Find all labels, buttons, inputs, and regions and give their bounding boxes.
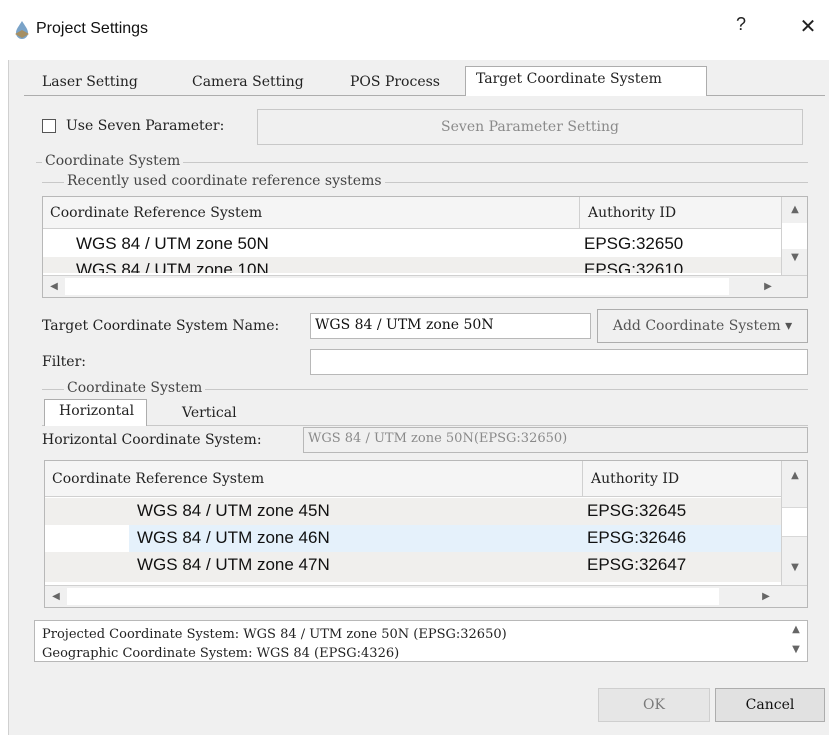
column-header-crs[interactable]: Coordinate Reference System bbox=[50, 205, 262, 221]
scroll-right-arrow-icon[interactable]: ▶ bbox=[755, 586, 777, 607]
horizontal-cs-input[interactable]: WGS 84 / UTM zone 50N(EPSG:32650) bbox=[303, 427, 808, 453]
scrollbar-thumb[interactable] bbox=[67, 588, 719, 605]
column-header-crs[interactable]: Coordinate Reference System bbox=[52, 471, 264, 487]
scroll-down-arrow-icon[interactable]: ▼ bbox=[785, 641, 807, 659]
seven-parameter-setting-button[interactable]: Seven Parameter Setting bbox=[257, 109, 803, 145]
horizontal-scrollbar[interactable]: ◀ ▶ bbox=[45, 585, 807, 607]
tab-pos-process[interactable]: POS Process bbox=[340, 70, 450, 96]
scroll-up-arrow-icon[interactable]: ▲ bbox=[784, 465, 806, 487]
scroll-right-arrow-icon[interactable]: ▶ bbox=[757, 276, 779, 297]
recent-crs-table[interactable]: Coordinate Reference System Authority ID… bbox=[42, 196, 808, 298]
scroll-down-arrow-icon[interactable]: ▼ bbox=[784, 247, 806, 269]
crs-cell: WGS 84 / UTM zone 50N bbox=[76, 234, 269, 253]
vertical-scrollbar[interactable]: ▲ ▼ bbox=[781, 197, 807, 275]
ok-button[interactable]: OK bbox=[598, 688, 710, 722]
vertical-scrollbar[interactable]: ▲ ▼ bbox=[781, 461, 807, 585]
scrollbar-thumb[interactable] bbox=[782, 507, 807, 537]
close-button[interactable]: ✕ bbox=[793, 14, 823, 39]
scrollbar-thumb[interactable] bbox=[65, 278, 729, 295]
recent-group-title: Recently used coordinate reference syste… bbox=[64, 173, 385, 189]
cs-group-title: Coordinate System bbox=[42, 153, 184, 169]
authority-id-cell: EPSG:32645 bbox=[587, 501, 687, 520]
column-separator bbox=[582, 461, 583, 497]
app-icon bbox=[12, 20, 32, 40]
crs-table-header: Coordinate Reference System Authority ID bbox=[45, 461, 781, 497]
tab-vertical[interactable]: Vertical bbox=[172, 403, 247, 425]
table-row[interactable]: WGS 84 / UTM zone 45N EPSG:32645 bbox=[45, 498, 781, 525]
tab-laser-setting[interactable]: Laser Setting bbox=[32, 70, 148, 96]
column-separator bbox=[579, 197, 580, 229]
authority-id-cell: EPSG:32610 bbox=[584, 260, 684, 273]
table-row-selected[interactable]: WGS 84 / UTM zone 46N EPSG:32646 bbox=[45, 525, 781, 552]
scroll-left-arrow-icon[interactable]: ◀ bbox=[45, 586, 67, 607]
crs-cell: WGS 84 / UTM zone 45N bbox=[137, 501, 330, 520]
target-cs-name-label: Target Coordinate System Name: bbox=[42, 318, 280, 334]
use-seven-parameter-checkbox[interactable] bbox=[42, 119, 56, 133]
scroll-down-arrow-icon[interactable]: ▼ bbox=[784, 557, 806, 579]
crs-cell: WGS 84 / UTM zone 47N bbox=[137, 555, 330, 574]
table-row[interactable]: WGS 84 / UTM zone 50N EPSG:32650 bbox=[43, 231, 781, 257]
scrollbar-track bbox=[782, 223, 807, 249]
tab-horizontal[interactable]: Horizontal bbox=[44, 399, 148, 426]
tab-camera-setting[interactable]: Camera Setting bbox=[182, 70, 314, 96]
title-bar: Project Settings ? ✕ bbox=[0, 0, 829, 60]
scroll-up-arrow-icon[interactable]: ▲ bbox=[784, 199, 806, 221]
horizontal-scrollbar[interactable]: ◀ ▶ bbox=[43, 275, 807, 297]
inner-cs-group-title: Coordinate System bbox=[64, 380, 206, 396]
window-title: Project Settings bbox=[36, 20, 149, 37]
help-button[interactable]: ? bbox=[726, 14, 756, 35]
info-textbox[interactable]: Projected Coordinate System: WGS 84 / UT… bbox=[34, 620, 808, 662]
horizontal-cs-label: Horizontal Coordinate System: bbox=[42, 432, 262, 448]
column-header-authority-id[interactable]: Authority ID bbox=[588, 205, 676, 221]
filter-label: Filter: bbox=[42, 354, 86, 370]
authority-id-cell: EPSG:32646 bbox=[587, 528, 687, 547]
scroll-up-arrow-icon[interactable]: ▲ bbox=[785, 621, 807, 639]
recent-table-header: Coordinate Reference System Authority ID bbox=[43, 197, 781, 229]
filter-input[interactable] bbox=[310, 349, 808, 375]
column-header-authority-id[interactable]: Authority ID bbox=[591, 471, 679, 487]
crs-cell: WGS 84 / UTM zone 10N bbox=[76, 260, 269, 273]
scroll-left-arrow-icon[interactable]: ◀ bbox=[43, 276, 65, 297]
use-seven-parameter-label: Use Seven Parameter: bbox=[66, 118, 225, 134]
table-row[interactable]: WGS 84 / UTM zone 47N EPSG:32647 bbox=[45, 552, 781, 582]
authority-id-cell: EPSG:32647 bbox=[587, 555, 687, 574]
cancel-button[interactable]: Cancel bbox=[715, 688, 825, 722]
authority-id-cell: EPSG:32650 bbox=[584, 234, 684, 253]
crs-cell: WGS 84 / UTM zone 46N bbox=[137, 528, 330, 547]
projected-cs-text: Projected Coordinate System: WGS 84 / UT… bbox=[42, 627, 507, 642]
tab-target-coordinate-system[interactable]: Target Coordinate System bbox=[465, 66, 707, 96]
target-cs-name-input[interactable]: WGS 84 / UTM zone 50N bbox=[310, 313, 591, 339]
table-row[interactable]: WGS 84 / UTM zone 10N EPSG:32610 bbox=[43, 257, 781, 273]
add-coordinate-system-button[interactable]: Add Coordinate System ▾ bbox=[597, 309, 808, 343]
row-indicator bbox=[45, 525, 129, 552]
geographic-cs-text: Geographic Coordinate System: WGS 84 (EP… bbox=[42, 646, 400, 661]
crs-table[interactable]: Coordinate Reference System Authority ID… bbox=[44, 460, 808, 608]
